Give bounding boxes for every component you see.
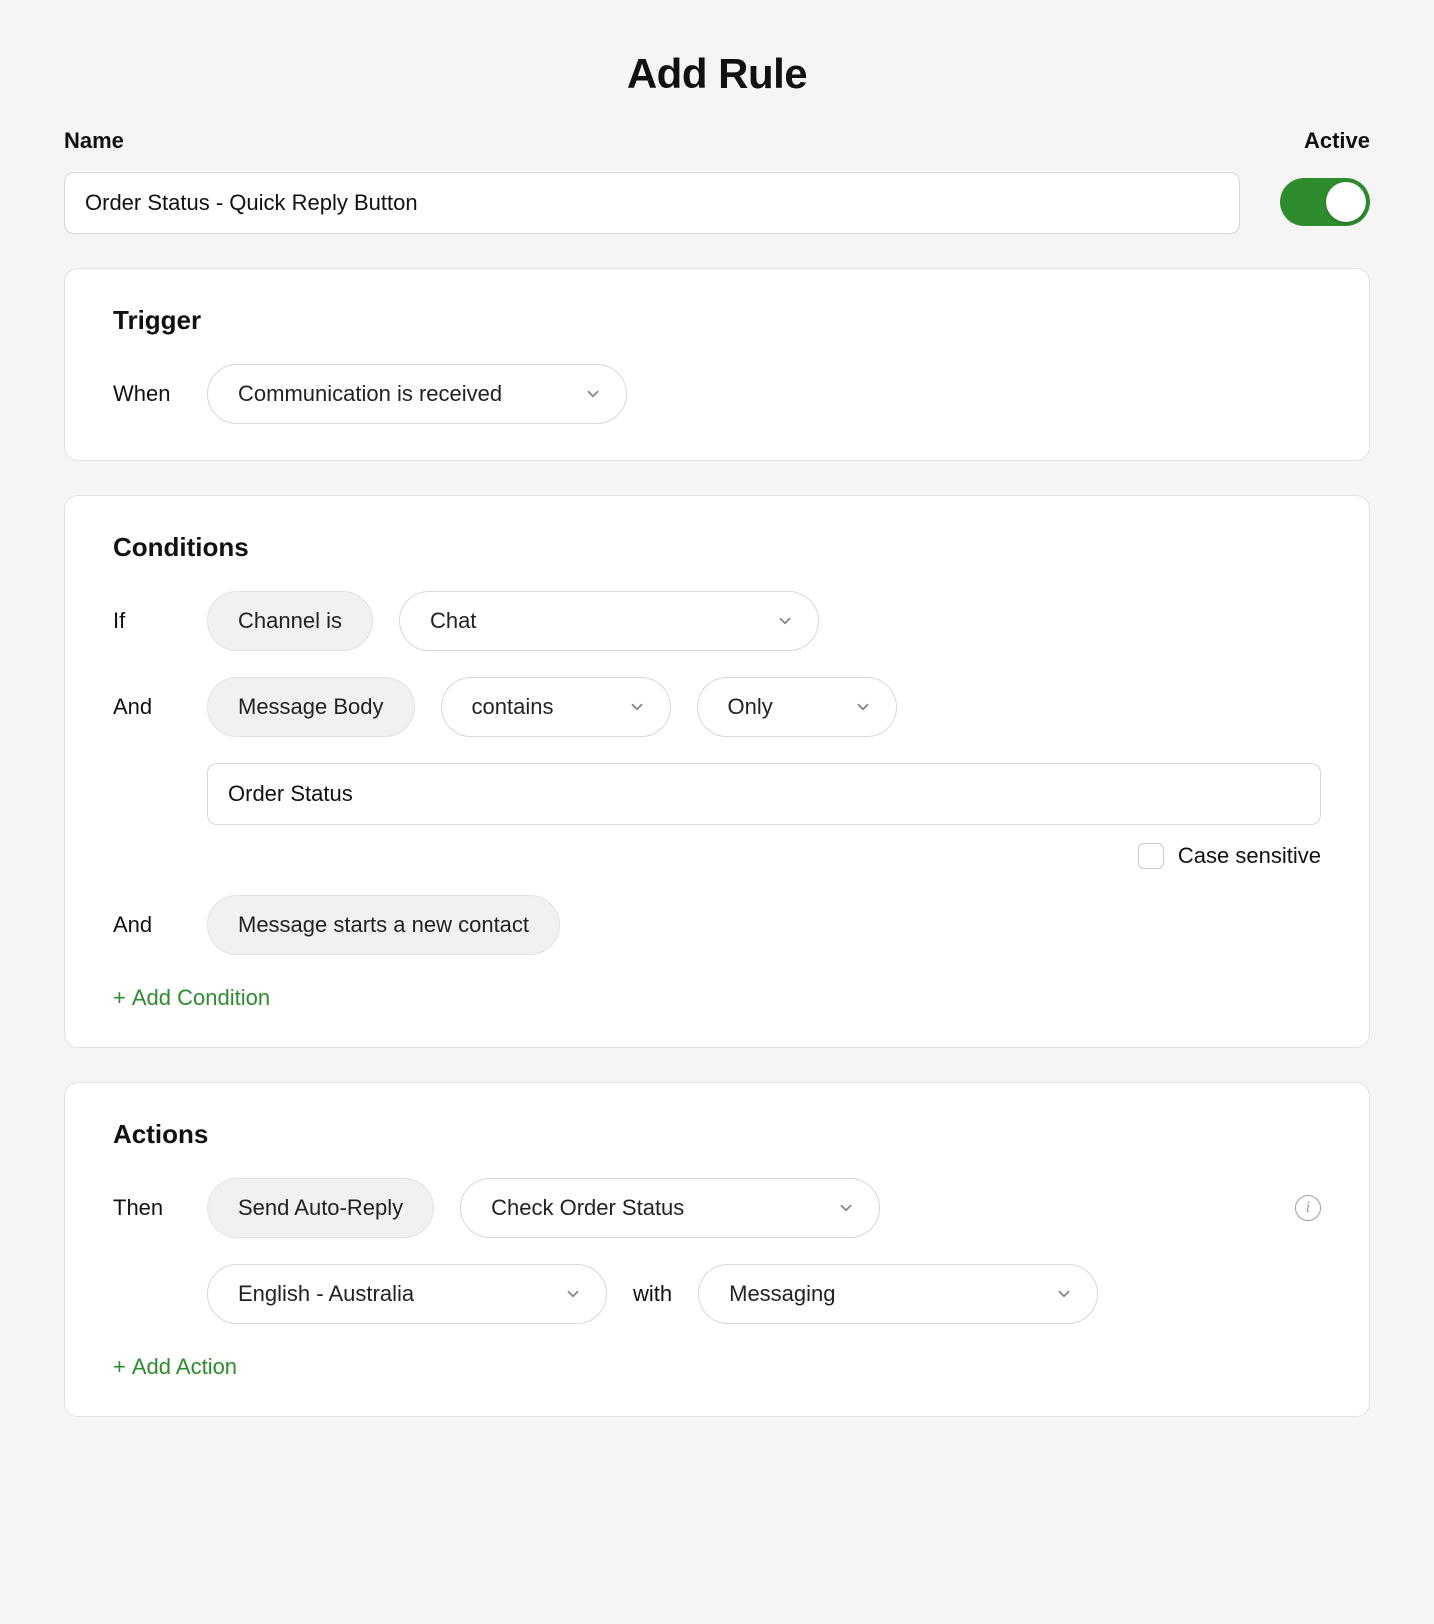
trigger-prefix: When [113, 381, 181, 407]
plus-icon: + [113, 1356, 126, 1378]
add-condition-label: Add Condition [132, 985, 270, 1011]
rule-name-input[interactable] [64, 172, 1240, 234]
chevron-down-icon [1055, 1285, 1073, 1303]
conditions-heading: Conditions [113, 532, 1321, 563]
chevron-down-icon [776, 612, 794, 630]
action-type-pill[interactable]: Send Auto-Reply [207, 1178, 434, 1238]
condition-row: If Channel is Chat [113, 591, 1321, 651]
plus-icon: + [113, 987, 126, 1009]
action-template-select[interactable]: Check Order Status [460, 1178, 880, 1238]
action-channel-label: Messaging [729, 1281, 835, 1307]
condition-prefix: And [113, 694, 181, 720]
condition-field-pill[interactable]: Message starts a new contact [207, 895, 560, 955]
page-title: Add Rule [64, 50, 1370, 98]
action-template-label: Check Order Status [491, 1195, 684, 1221]
actions-card: Actions Then Send Auto-Reply Check Order… [64, 1082, 1370, 1417]
condition-field-pill[interactable]: Channel is [207, 591, 373, 651]
toggle-knob [1326, 182, 1366, 222]
action-row: Then Send Auto-Reply Check Order Status … [113, 1178, 1321, 1238]
condition-field-pill[interactable]: Message Body [207, 677, 415, 737]
condition-field-label: Message starts a new contact [238, 912, 529, 938]
condition-field-label: Channel is [238, 608, 342, 634]
trigger-event-select[interactable]: Communication is received [207, 364, 627, 424]
add-action-label: Add Action [132, 1354, 237, 1380]
condition-row: And Message Body contains Only [113, 677, 1321, 737]
add-condition-button[interactable]: + Add Condition [113, 985, 270, 1011]
condition-operator-select[interactable]: contains [441, 677, 671, 737]
condition-value-label: Chat [430, 608, 476, 634]
action-prefix: Then [113, 1195, 181, 1221]
case-sensitive-label: Case sensitive [1178, 843, 1321, 869]
condition-prefix: And [113, 912, 181, 938]
condition-scope-label: Only [728, 694, 773, 720]
action-row-line2: English - Australia with Messaging [207, 1264, 1321, 1324]
condition-value-select[interactable]: Chat [399, 591, 819, 651]
action-type-label: Send Auto-Reply [238, 1195, 403, 1221]
chevron-down-icon [584, 385, 602, 403]
chevron-down-icon [628, 698, 646, 716]
condition-scope-select[interactable]: Only [697, 677, 897, 737]
conditions-card: Conditions If Channel is Chat And Messag… [64, 495, 1370, 1048]
action-language-label: English - Australia [238, 1281, 414, 1307]
action-channel-select[interactable]: Messaging [698, 1264, 1098, 1324]
condition-text-row: Case sensitive [207, 763, 1321, 869]
trigger-event-value: Communication is received [238, 381, 502, 407]
chevron-down-icon [837, 1199, 855, 1217]
condition-prefix: If [113, 608, 181, 634]
active-label: Active [1280, 128, 1370, 154]
condition-row: And Message starts a new contact [113, 895, 1321, 955]
chevron-down-icon [854, 698, 872, 716]
with-label: with [633, 1281, 672, 1307]
actions-heading: Actions [113, 1119, 1321, 1150]
info-icon[interactable]: i [1295, 1195, 1321, 1221]
condition-operator-label: contains [472, 694, 554, 720]
trigger-heading: Trigger [113, 305, 1321, 336]
add-action-button[interactable]: + Add Action [113, 1354, 237, 1380]
name-label: Name [64, 128, 1240, 154]
condition-text-input[interactable] [207, 763, 1321, 825]
action-language-select[interactable]: English - Australia [207, 1264, 607, 1324]
case-sensitive-checkbox[interactable] [1138, 843, 1164, 869]
chevron-down-icon [564, 1285, 582, 1303]
active-toggle[interactable] [1280, 178, 1370, 226]
trigger-card: Trigger When Communication is received [64, 268, 1370, 461]
condition-field-label: Message Body [238, 694, 384, 720]
